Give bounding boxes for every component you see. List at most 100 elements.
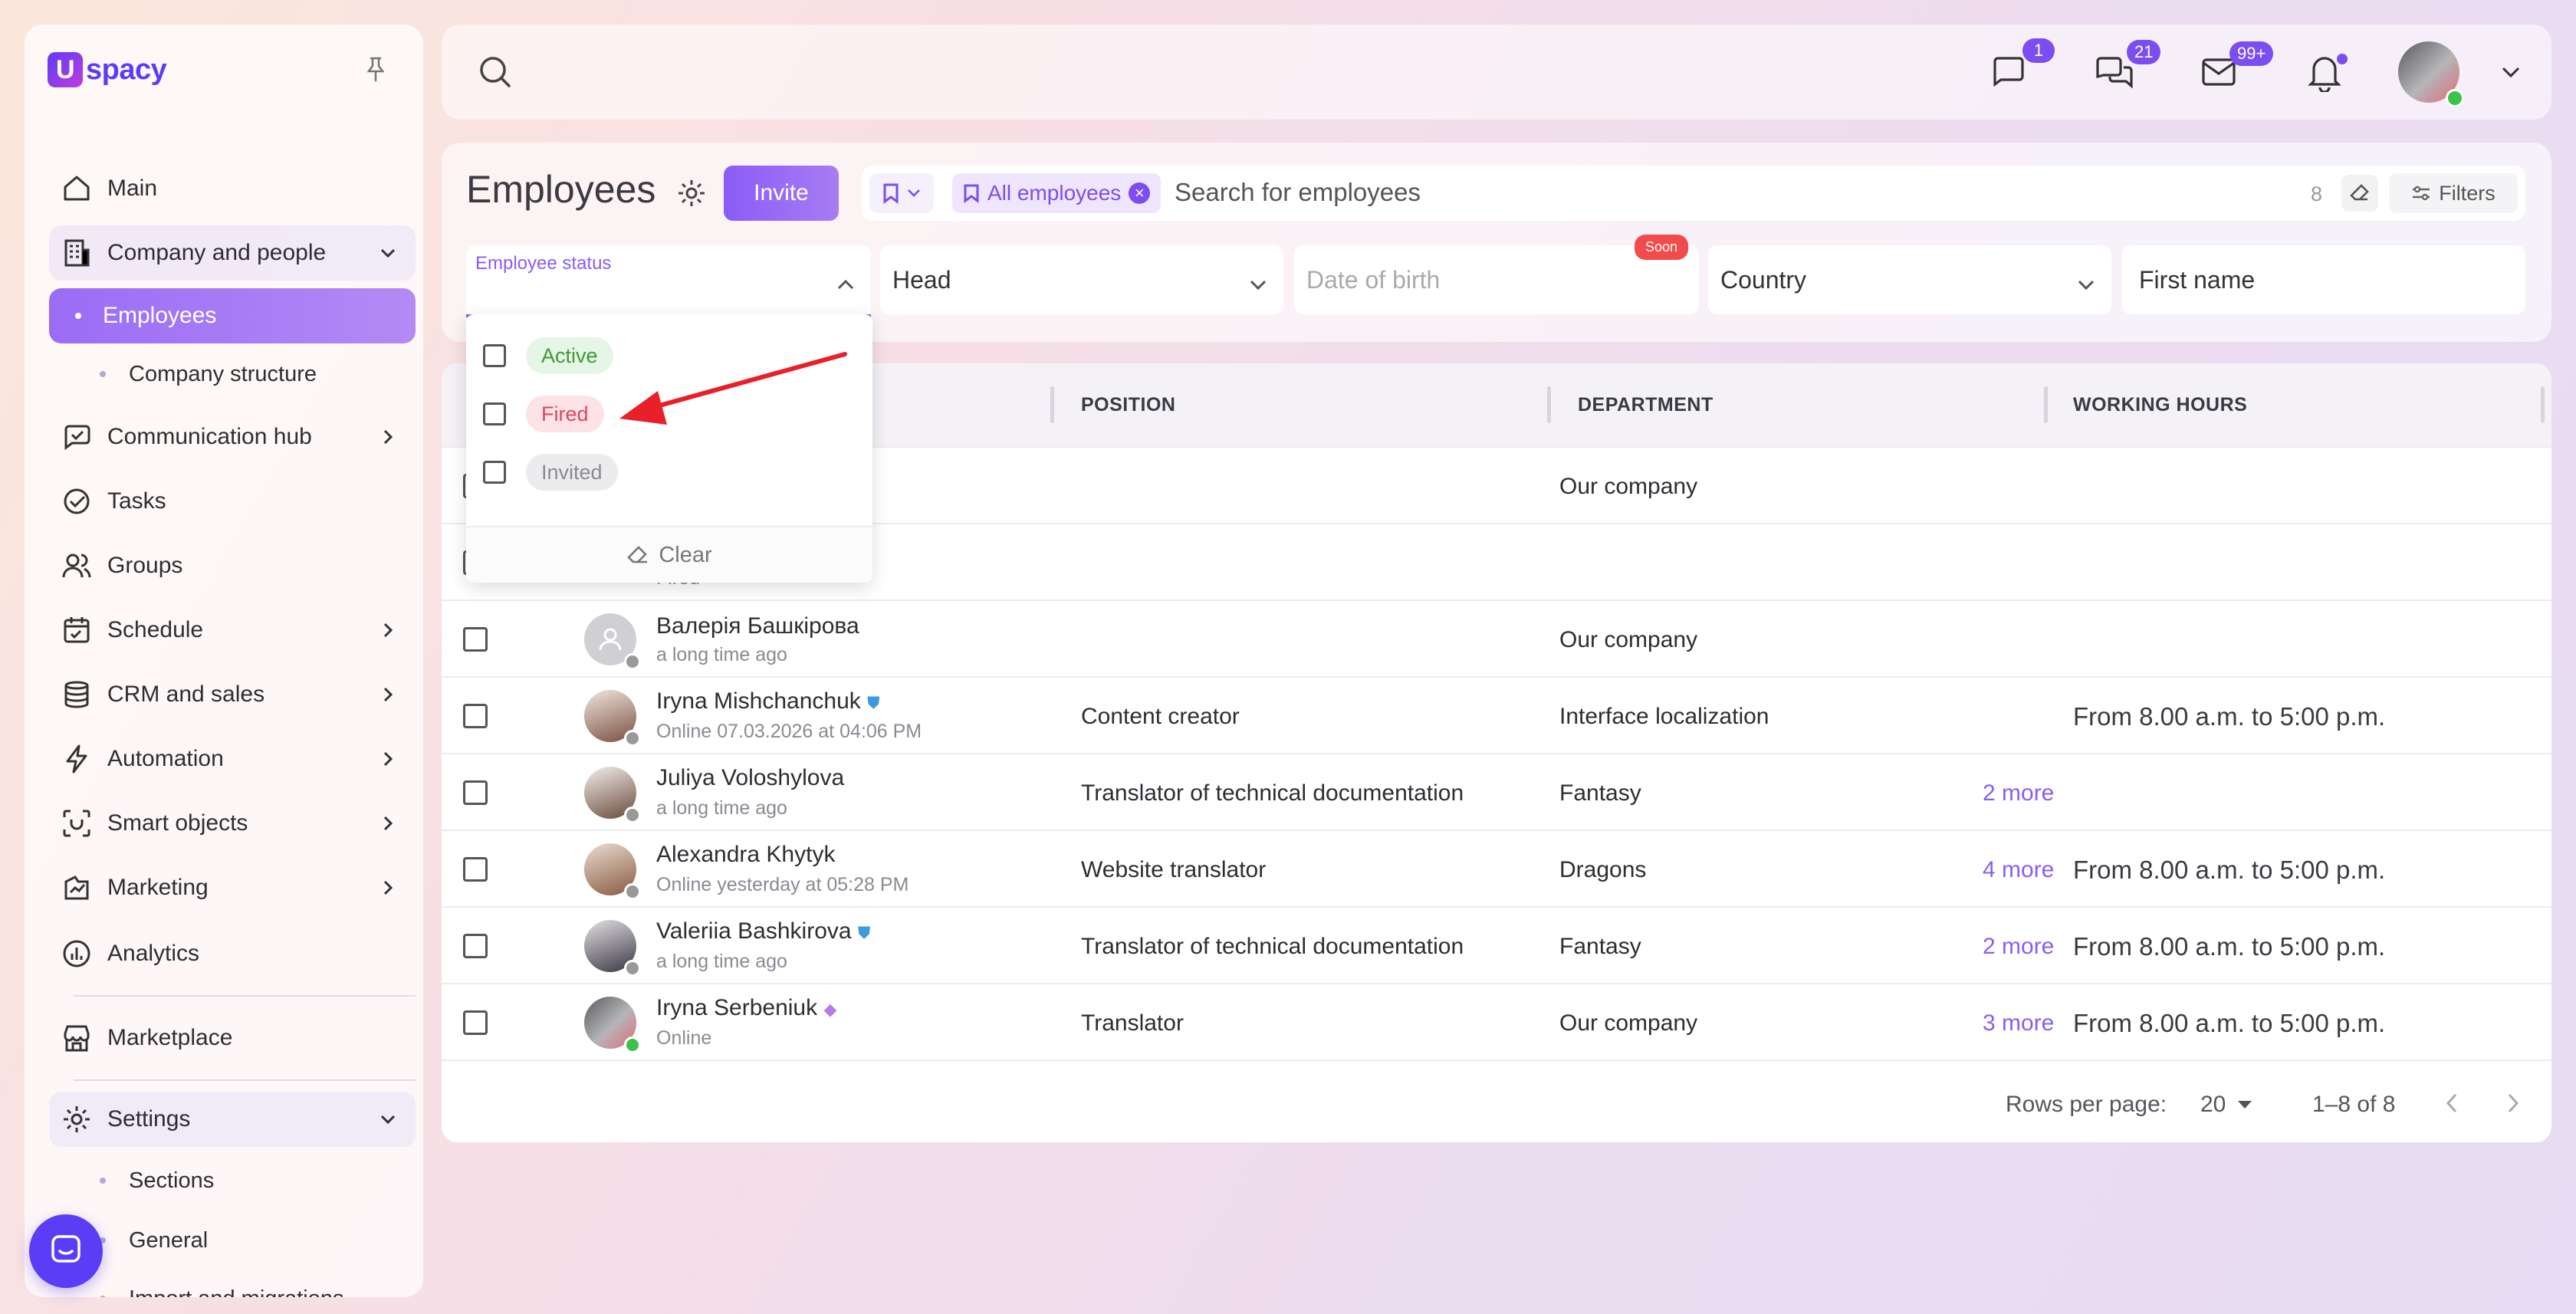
sidebar-item-sections[interactable]: Sections: [74, 1156, 416, 1205]
page-title: Employees: [466, 168, 656, 211]
table-row[interactable]: Iryna Mishchanchuk ⛊ Online 07.03.2026 a…: [442, 676, 2551, 754]
row-checkbox[interactable]: [463, 627, 488, 652]
messages-icon[interactable]: [2095, 55, 2134, 96]
status-option-invited[interactable]: Invited: [483, 449, 618, 495]
table-row[interactable]: Валерія Башкірова a long time ago Our co…: [442, 600, 2551, 678]
chevron-up-icon: [836, 270, 856, 298]
sidebar-item-tasks[interactable]: Tasks: [49, 474, 416, 529]
chevron-right-icon: [377, 748, 399, 770]
search-input[interactable]: Search for employees: [1175, 178, 1421, 207]
employee-name-wrap[interactable]: Iryna Mishchanchuk ⛊: [656, 688, 880, 714]
option-checkbox[interactable]: [483, 344, 506, 367]
saved-filters-dropdown[interactable]: [869, 173, 934, 213]
chevron-down-icon[interactable]: [2499, 64, 2522, 84]
employee-name[interactable]: Alexandra Khytyk: [656, 842, 835, 868]
sidebar-item-employees[interactable]: Employees: [49, 288, 416, 343]
clear-label: Clear: [659, 542, 712, 567]
sidebar-item-import-and-migrations[interactable]: Import and migrations: [74, 1274, 416, 1297]
sidebar-item-label: Company structure: [129, 361, 317, 386]
settings-gear-icon[interactable]: [675, 176, 708, 214]
user-icon: [599, 628, 622, 651]
sidebar-divider: [74, 995, 416, 997]
sidebar-item-main[interactable]: Main: [49, 161, 416, 216]
more-departments-link[interactable]: 2 more: [1983, 934, 2054, 960]
invite-button[interactable]: Invite: [724, 166, 839, 221]
sidebar-item-label: Marketing: [107, 875, 209, 900]
sidebar-item-analytics[interactable]: Analytics: [49, 926, 416, 981]
more-departments-link[interactable]: 3 more: [1983, 1010, 2054, 1036]
row-checkbox[interactable]: [463, 857, 488, 882]
more-departments-link[interactable]: 4 more: [1983, 857, 2054, 883]
employee-status-filter[interactable]: Employee status: [466, 245, 871, 317]
logo-letter: U: [48, 52, 83, 87]
column-resizer[interactable]: [1547, 386, 1551, 423]
employee-name[interactable]: Juliya Voloshylova: [656, 765, 844, 791]
table-row[interactable]: Iryna Serbeniuk ◆ Online Translator Our …: [442, 983, 2551, 1061]
sidebar-item-schedule[interactable]: Schedule: [49, 603, 416, 658]
sidebar-item-smart-objects[interactable]: Smart objects: [49, 796, 416, 851]
filter-chip-all-employees[interactable]: All employees ×: [952, 173, 1162, 213]
option-checkbox[interactable]: [483, 461, 506, 484]
head-filter[interactable]: Head: [880, 245, 1283, 314]
column-resizer[interactable]: [1050, 386, 1054, 423]
column-resizer[interactable]: [2541, 386, 2545, 423]
search-icon[interactable]: [477, 54, 514, 94]
last-seen: a long time ago: [656, 951, 787, 972]
column-resizer[interactable]: [2044, 386, 2048, 423]
rows-per-page-select[interactable]: 20: [2200, 1092, 2253, 1118]
users-icon: [57, 546, 97, 586]
department-cell: Fantasy: [1559, 780, 1641, 806]
sidebar-item-general[interactable]: General: [74, 1216, 416, 1265]
result-count: 8: [2311, 182, 2323, 205]
table-row[interactable]: Juliya Voloshylova a long time ago Trans…: [442, 753, 2551, 831]
logo[interactable]: U spacy: [48, 52, 167, 87]
sidebar-item-settings[interactable]: Settings: [49, 1092, 416, 1147]
mail-badge: 99+: [2229, 41, 2274, 66]
employee-name-wrap[interactable]: Valeriia Bashkirova ⛊: [656, 918, 870, 944]
chevron-right-icon: [377, 619, 399, 641]
header-working-hours[interactable]: WORKING HOURS: [2073, 394, 2247, 416]
bullet: [100, 1178, 106, 1184]
sidebar-item-company-and-people[interactable]: Company and people: [49, 225, 416, 281]
sidebar-item-marketing[interactable]: Marketing: [49, 860, 416, 915]
employee-status-label: Employee status: [475, 253, 612, 274]
row-checkbox[interactable]: [463, 704, 488, 728]
sidebar-item-marketplace[interactable]: Marketplace: [49, 1010, 416, 1066]
employee-name[interactable]: Валерія Башкірова: [656, 613, 859, 639]
pin-icon[interactable]: [359, 52, 393, 86]
employee-name-wrap[interactable]: Iryna Serbeniuk ◆: [656, 995, 836, 1021]
sidebar-item-company-structure[interactable]: Company structure: [74, 350, 416, 399]
row-checkbox[interactable]: [463, 1010, 488, 1035]
support-chat-button[interactable]: [29, 1214, 103, 1288]
chat-icon[interactable]: [1990, 54, 2029, 94]
next-page-icon[interactable]: [2505, 1092, 2521, 1121]
sidebar-item-groups[interactable]: Groups: [49, 538, 416, 593]
table-row[interactable]: Valeriia Bashkirova ⛊ a long time ago Tr…: [442, 906, 2551, 984]
status-option-fired[interactable]: Fired: [483, 391, 604, 437]
row-checkbox[interactable]: [463, 780, 488, 805]
more-departments-link[interactable]: 2 more: [1983, 780, 2054, 806]
country-filter[interactable]: Country: [1708, 245, 2111, 314]
search-bar[interactable]: All employees × Search for employees 8 F…: [862, 166, 2525, 221]
row-checkbox[interactable]: [463, 934, 488, 958]
notification-dot: [2337, 54, 2348, 64]
employee-name: Iryna Mishchanchuk: [656, 688, 861, 714]
eraser-icon[interactable]: [2341, 175, 2378, 212]
filters-button[interactable]: Filters: [2389, 173, 2518, 213]
header-position[interactable]: POSITION: [1081, 394, 1175, 416]
chat-badge: 1: [2022, 38, 2055, 63]
first-name-filter[interactable]: First name: [2122, 245, 2525, 314]
head-label: Head: [892, 265, 951, 294]
status-option-active[interactable]: Active: [483, 333, 613, 379]
option-checkbox[interactable]: [483, 402, 506, 425]
bullet: [100, 371, 106, 377]
sidebar-item-automation[interactable]: Automation: [49, 731, 416, 787]
clear-button[interactable]: Clear: [466, 526, 872, 583]
header-department[interactable]: DEPARTMENT: [1578, 394, 1714, 416]
table-row[interactable]: Alexandra Khytyk Online yesterday at 05:…: [442, 829, 2551, 908]
prev-page-icon[interactable]: [2444, 1092, 2459, 1121]
sidebar-item-communication-hub[interactable]: Communication hub: [49, 409, 416, 465]
chevron-right-icon: [377, 813, 399, 834]
close-icon[interactable]: ×: [1129, 182, 1151, 204]
sidebar-item-crm-and-sales[interactable]: CRM and sales: [49, 667, 416, 722]
